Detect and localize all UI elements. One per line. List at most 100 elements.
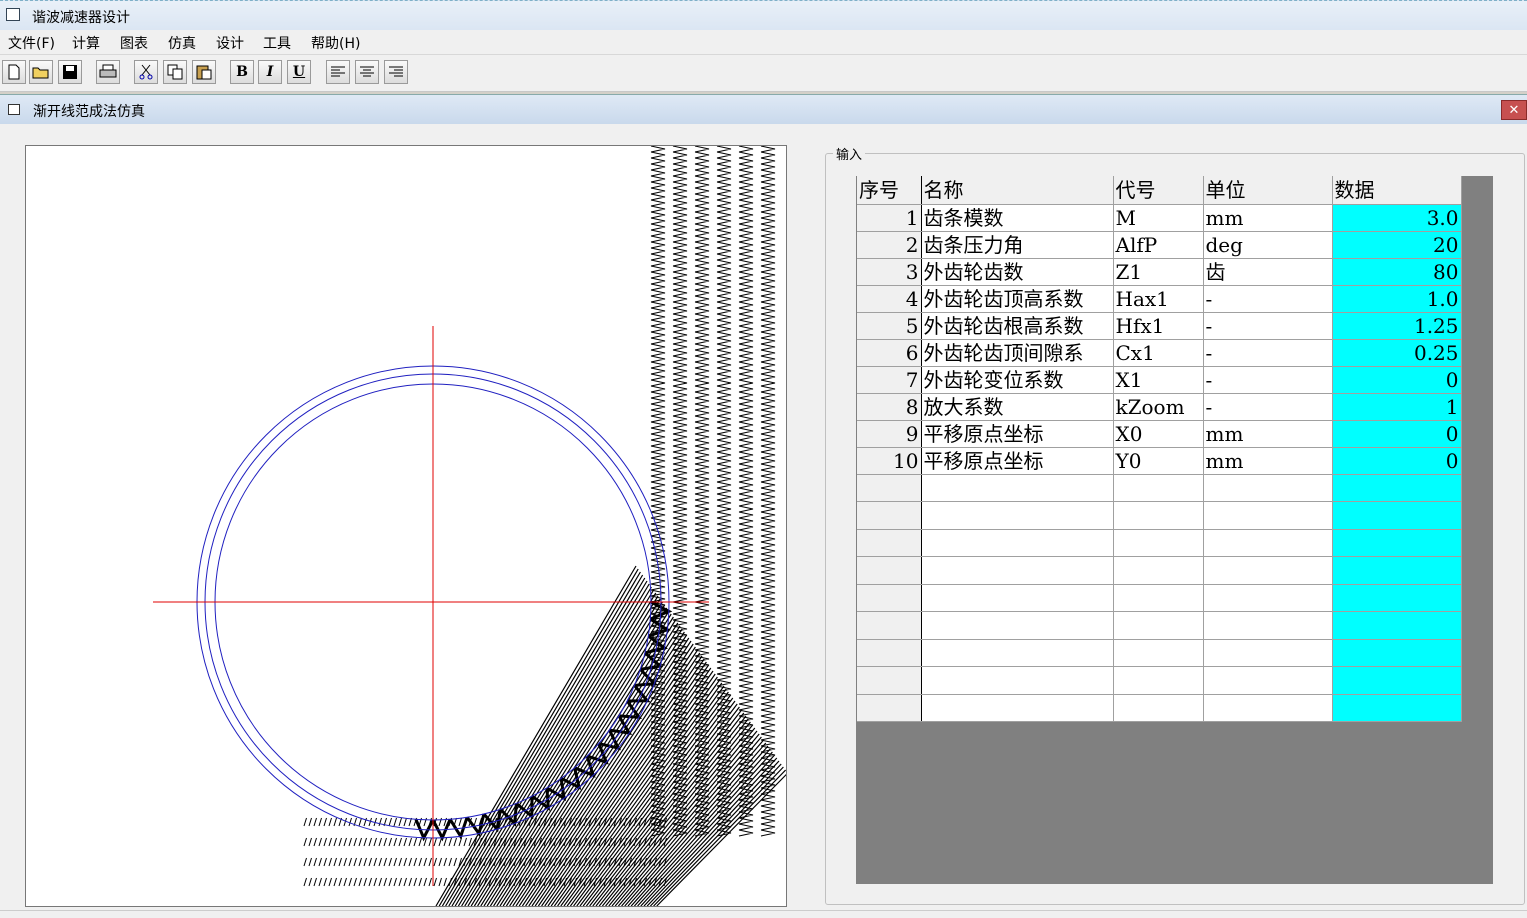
table-row[interactable]: 7 外齿轮变位系数 X1-0 bbox=[857, 366, 1462, 394]
empty-cell[interactable] bbox=[1332, 474, 1462, 502]
empty-cell[interactable] bbox=[1113, 584, 1204, 612]
menu-chart[interactable]: 图表 bbox=[120, 33, 148, 53]
align-left-icon[interactable] bbox=[326, 60, 350, 84]
table-row[interactable]: 9 平移原点坐标 X0 mm 0 bbox=[857, 420, 1462, 448]
empty-cell[interactable] bbox=[857, 611, 922, 640]
empty-row[interactable] bbox=[857, 639, 1462, 667]
empty-cell[interactable] bbox=[1203, 556, 1333, 585]
empty-cell[interactable] bbox=[857, 501, 922, 530]
empty-cell[interactable] bbox=[857, 529, 922, 557]
param-value[interactable]: 1 bbox=[1332, 393, 1462, 421]
empty-cell[interactable] bbox=[921, 529, 1114, 557]
empty-cell[interactable] bbox=[1203, 694, 1333, 722]
param-unit: mm bbox=[1203, 420, 1333, 448]
empty-cell[interactable] bbox=[1113, 694, 1204, 722]
empty-cell[interactable] bbox=[1113, 666, 1204, 695]
table-row[interactable]: 2 齿条压力角 AlfP deg 20 bbox=[857, 231, 1462, 259]
input-data-grid[interactable]: 序号 名称 代号 单位 数据 1 齿条模数 Mmm 3.0 2 齿条压力角 AlfP deg 2… bbox=[857, 176, 1462, 722]
open-folder-icon[interactable] bbox=[29, 60, 53, 84]
empty-row[interactable] bbox=[857, 474, 1462, 502]
menu-sim[interactable]: 仿真 bbox=[168, 33, 196, 53]
empty-cell[interactable] bbox=[1203, 611, 1333, 640]
param-value[interactable]: 0 bbox=[1332, 420, 1462, 448]
italic-button[interactable]: I bbox=[258, 60, 282, 84]
empty-cell[interactable] bbox=[1113, 529, 1204, 557]
table-row[interactable]: 10 平移原点坐标 Y0 mm 0 bbox=[857, 447, 1462, 475]
param-value[interactable]: 0.25 bbox=[1332, 339, 1462, 367]
empty-cell[interactable] bbox=[1332, 584, 1462, 612]
empty-row[interactable] bbox=[857, 694, 1462, 722]
empty-cell[interactable] bbox=[1332, 556, 1462, 585]
copy-icon[interactable] bbox=[163, 60, 187, 84]
empty-row[interactable] bbox=[857, 611, 1462, 640]
empty-cell[interactable] bbox=[1113, 639, 1204, 667]
empty-cell[interactable] bbox=[857, 639, 922, 667]
empty-cell[interactable] bbox=[1113, 611, 1204, 640]
empty-cell[interactable] bbox=[857, 694, 922, 722]
save-icon[interactable] bbox=[58, 60, 82, 84]
param-value[interactable]: 1.25 bbox=[1332, 312, 1462, 340]
empty-cell[interactable] bbox=[921, 501, 1114, 530]
param-value[interactable]: 0 bbox=[1332, 366, 1462, 394]
empty-cell[interactable] bbox=[1203, 501, 1333, 530]
param-name: 平移原点坐标 bbox=[921, 447, 1114, 475]
table-row[interactable]: 3 外齿轮齿数 Z1 齿 80 bbox=[857, 258, 1462, 286]
empty-cell[interactable] bbox=[1203, 584, 1333, 612]
underline-button[interactable]: U bbox=[287, 60, 311, 84]
param-value[interactable]: 1.0 bbox=[1332, 285, 1462, 313]
empty-row[interactable] bbox=[857, 666, 1462, 695]
table-row[interactable]: 5 外齿轮齿根高系数 Hfx1-1.25 bbox=[857, 312, 1462, 340]
empty-row[interactable] bbox=[857, 584, 1462, 612]
empty-cell[interactable] bbox=[1332, 611, 1462, 640]
bold-button[interactable]: B bbox=[230, 60, 254, 84]
print-icon[interactable] bbox=[96, 60, 120, 84]
table-row[interactable]: 4 外齿轮齿顶高系数 Hax1-1.0 bbox=[857, 285, 1462, 313]
menu-help[interactable]: 帮助(H) bbox=[311, 33, 360, 53]
empty-cell[interactable] bbox=[1203, 639, 1333, 667]
empty-row[interactable] bbox=[857, 529, 1462, 557]
empty-row[interactable] bbox=[857, 556, 1462, 585]
header-name: 名称 bbox=[921, 176, 1114, 205]
menu-tools[interactable]: 工具 bbox=[263, 33, 291, 53]
close-icon[interactable]: ✕ bbox=[1501, 100, 1527, 120]
empty-cell[interactable] bbox=[1203, 474, 1333, 502]
empty-cell[interactable] bbox=[1332, 529, 1462, 557]
align-center-icon[interactable] bbox=[355, 60, 379, 84]
empty-cell[interactable] bbox=[921, 556, 1114, 585]
param-value[interactable]: 80 bbox=[1332, 258, 1462, 286]
empty-cell[interactable] bbox=[921, 666, 1114, 695]
table-row[interactable]: 1 齿条模数 Mmm 3.0 bbox=[857, 204, 1462, 232]
paste-icon[interactable] bbox=[192, 60, 216, 84]
menu-file[interactable]: 文件(F) bbox=[8, 33, 55, 53]
empty-cell[interactable] bbox=[1203, 529, 1333, 557]
empty-cell[interactable] bbox=[1113, 474, 1204, 502]
empty-cell[interactable] bbox=[921, 639, 1114, 667]
param-unit: - bbox=[1203, 339, 1333, 367]
empty-cell[interactable] bbox=[857, 556, 922, 585]
table-row[interactable]: 6 外齿轮齿顶间隙系 Cx1-0.25 bbox=[857, 339, 1462, 367]
param-value[interactable]: 20 bbox=[1332, 231, 1462, 259]
param-value[interactable]: 3.0 bbox=[1332, 204, 1462, 232]
empty-cell[interactable] bbox=[921, 611, 1114, 640]
empty-cell[interactable] bbox=[857, 474, 922, 502]
empty-cell[interactable] bbox=[1332, 666, 1462, 695]
empty-cell[interactable] bbox=[1113, 556, 1204, 585]
empty-cell[interactable] bbox=[1332, 501, 1462, 530]
table-row[interactable]: 8 放大系数 kZoom -1 bbox=[857, 393, 1462, 421]
empty-cell[interactable] bbox=[921, 474, 1114, 502]
menu-design[interactable]: 设计 bbox=[216, 33, 244, 53]
empty-row[interactable] bbox=[857, 501, 1462, 530]
empty-cell[interactable] bbox=[1113, 501, 1204, 530]
align-right-icon[interactable] bbox=[384, 60, 408, 84]
new-file-icon[interactable] bbox=[2, 60, 26, 84]
empty-cell[interactable] bbox=[857, 584, 922, 612]
empty-cell[interactable] bbox=[1332, 639, 1462, 667]
cut-icon[interactable] bbox=[134, 60, 158, 84]
menu-calc[interactable]: 计算 bbox=[72, 33, 100, 53]
empty-cell[interactable] bbox=[921, 584, 1114, 612]
empty-cell[interactable] bbox=[1332, 694, 1462, 722]
empty-cell[interactable] bbox=[921, 694, 1114, 722]
empty-cell[interactable] bbox=[857, 666, 922, 695]
empty-cell[interactable] bbox=[1203, 666, 1333, 695]
param-value[interactable]: 0 bbox=[1332, 447, 1462, 475]
